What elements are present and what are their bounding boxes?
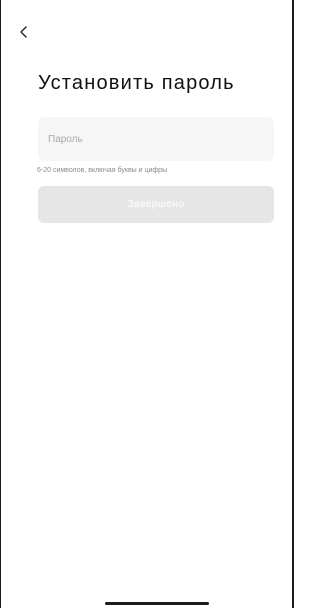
chevron-left-icon bbox=[20, 26, 27, 38]
back-button[interactable] bbox=[17, 22, 31, 42]
finish-button[interactable]: Завершено bbox=[38, 186, 274, 223]
password-setup-screen: Установить пароль 6-20 символов, включая… bbox=[0, 0, 294, 608]
password-input[interactable] bbox=[38, 117, 274, 161]
password-field[interactable] bbox=[38, 117, 274, 161]
home-indicator bbox=[105, 602, 209, 605]
page-title: Установить пароль bbox=[38, 72, 235, 94]
password-hint: 6-20 символов, включая буквы и цифры bbox=[37, 167, 168, 174]
